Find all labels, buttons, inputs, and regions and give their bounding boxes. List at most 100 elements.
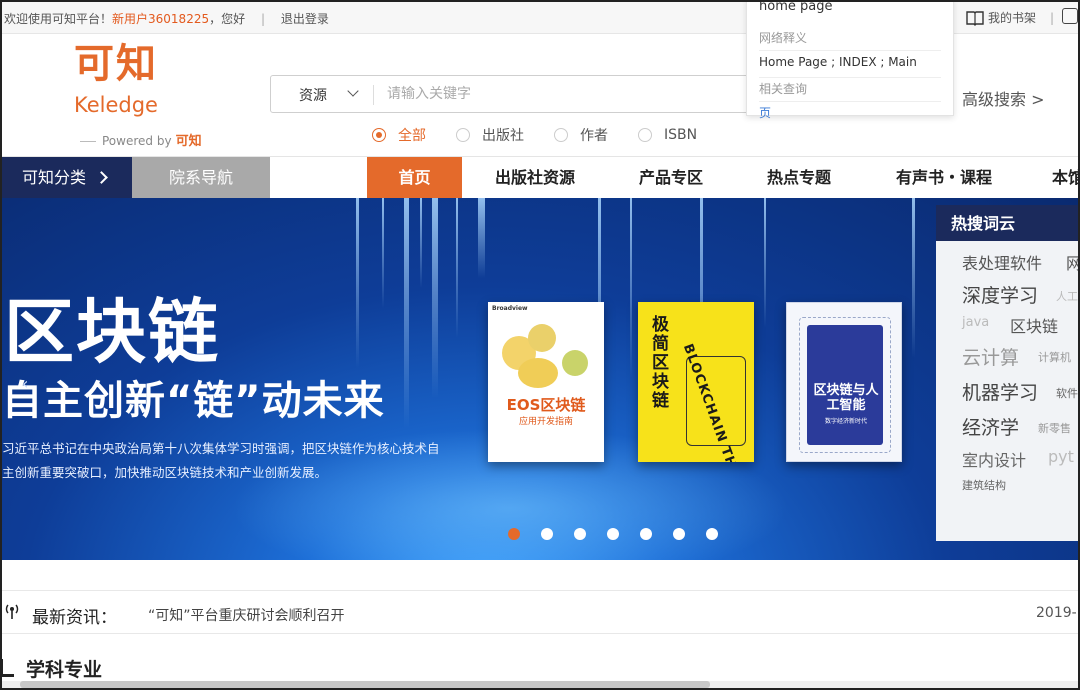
carousel-dots	[508, 528, 718, 540]
search-input[interactable]	[387, 82, 747, 106]
radio-author[interactable]: 作者	[554, 125, 608, 145]
hot-word[interactable]: pyt	[1048, 447, 1074, 466]
bookshelf-link[interactable]: 我的书架 |	[966, 9, 1054, 26]
separator: |	[1050, 10, 1055, 25]
dict-meaning: Home Page ; INDEX ; Main	[759, 55, 917, 69]
book-title: EOS区块链	[506, 396, 586, 414]
radio-icon	[638, 128, 652, 142]
hot-word[interactable]: 软件	[1056, 385, 1078, 401]
scrollbar-thumb[interactable]	[20, 681, 710, 688]
hot-word[interactable]: 网	[1066, 250, 1080, 274]
book-subtitle: 数字经济新时代	[824, 418, 867, 425]
chevron-left-icon[interactable]: ‹	[22, 374, 28, 393]
radio-all[interactable]: 全部	[372, 125, 426, 145]
dictionary-popup: home page 网络释义 Home Page ; INDEX ; Main …	[746, 0, 954, 120]
carousel-dot[interactable]	[706, 528, 718, 540]
radio-icon	[372, 128, 386, 142]
radio-label: 全部	[398, 128, 426, 144]
nav-hot-topics[interactable]: 热点专题	[752, 157, 846, 199]
banner-text-line-1: 习近平总书记在中央政治局第十八次集体学习时强调，把区块链作为核心技术自	[2, 441, 440, 456]
logo-en: Keledge	[74, 93, 158, 117]
news-date: 2019-	[1036, 605, 1077, 621]
news-ticker: 最新资讯： “可知”平台重庆研讨会顺利召开 2019-	[0, 590, 1080, 634]
chevron-down-icon[interactable]	[347, 85, 359, 97]
category-menu-label: 可知分类	[22, 168, 87, 187]
banner-text-line-2: 主创新重要突破口，加快推动区块链技术和产业创新发展。	[2, 465, 328, 480]
hot-word[interactable]: 经济学	[962, 413, 1019, 440]
banner-title: 区块链	[4, 291, 220, 373]
book-subtitle: 应用开发指南	[518, 417, 573, 427]
hot-word[interactable]: 人工	[1056, 288, 1078, 304]
radio-icon	[554, 128, 568, 142]
carousel-dot[interactable]	[541, 528, 553, 540]
hot-word[interactable]: 区块链	[1010, 313, 1058, 337]
hot-word[interactable]: 表处理软件	[962, 250, 1042, 274]
book-title: 区块链与人工智能	[813, 383, 879, 413]
book-icon	[966, 10, 984, 26]
nav-publisher-resources[interactable]: 出版社资源	[478, 157, 592, 199]
chevron-right-icon	[95, 171, 108, 184]
advanced-search-link[interactable]: 高级搜索 >	[962, 86, 1045, 110]
book-cover-blockchain[interactable]: 极简区块链 BLOCKCHAIN THE UNTOLD STORY	[638, 302, 754, 462]
radio-publisher[interactable]: 出版社	[456, 125, 524, 145]
separator: |	[260, 12, 265, 26]
radio-label: ISBN	[664, 127, 698, 143]
dict-related-header: 相关查询	[759, 82, 808, 96]
dict-word: home page	[759, 0, 833, 14]
carousel-dot[interactable]	[673, 528, 685, 540]
dict-meaning-header: 网络释义	[759, 31, 808, 45]
nav-library[interactable]: 本馆	[1052, 157, 1080, 199]
powered-brand: 可知	[175, 134, 202, 149]
chart-icon	[0, 659, 14, 677]
book-cover-eos[interactable]: Broadview EOS区块链 应用开发指南	[488, 302, 604, 462]
search-category-select[interactable]: 资源	[299, 85, 327, 105]
user-id-link[interactable]: 新用户36018225	[112, 12, 209, 26]
radio-label: 作者	[580, 128, 608, 144]
powered-by: Powered by 可知	[80, 130, 202, 149]
dict-related-link[interactable]: 页	[759, 104, 941, 121]
news-headline-link[interactable]: “可知”平台重庆研讨会顺利召开	[148, 605, 345, 625]
hot-word[interactable]: 建筑结构	[962, 477, 1006, 493]
book-cover-ai[interactable]: 区块链与人工智能 数字经济新时代	[786, 302, 902, 462]
radio-icon	[456, 128, 470, 142]
carousel-dot[interactable]	[508, 528, 520, 540]
radio-isbn[interactable]: ISBN	[638, 125, 697, 145]
main-nav: 可知分类 院系导航 首页 出版社资源 产品专区 热点专题 有声书・课程 本馆	[0, 156, 1080, 199]
hot-search-panel: 热搜词云 表处理软件 网 深度学习 人工 java 区块链 云计算 计算机 机器…	[936, 205, 1080, 541]
message-icon[interactable]	[1062, 8, 1078, 24]
hero-banner[interactable]: 区块链 自主创新“链”动未来 习近平总书记在中央政治局第十八次集体学习时强调，把…	[0, 198, 1080, 560]
search-scope-options: 全部 出版社 作者 ISBN	[372, 125, 727, 145]
hot-word[interactable]: 深度学习	[962, 281, 1038, 308]
logo-cn: 可知	[74, 41, 158, 87]
category-menu-button[interactable]: 可知分类	[0, 157, 132, 199]
logout-link[interactable]: 退出登录	[281, 12, 329, 26]
welcome-text: 欢迎使用可知平台！新用户36018225，您好 | 退出登录	[4, 10, 329, 27]
department-nav-button[interactable]: 院系导航	[132, 157, 270, 199]
broadcast-icon	[5, 604, 19, 619]
subject-title: 学科专业	[26, 659, 103, 681]
nav-audiobooks-courses[interactable]: 有声书・课程	[882, 157, 1006, 199]
book-brand: Broadview	[492, 305, 528, 312]
book-title: 极简区块链	[652, 315, 669, 411]
carousel-dot[interactable]	[574, 528, 586, 540]
hot-word[interactable]: 室内设计	[962, 447, 1026, 471]
welcome-label: 欢迎使用可知平台！	[4, 12, 113, 26]
carousel-dot[interactable]	[607, 528, 619, 540]
hot-word[interactable]: 云计算	[962, 343, 1019, 370]
site-logo[interactable]: 可知 Keledge Powered by 可知	[74, 40, 234, 150]
nav-home[interactable]: 首页	[367, 157, 462, 199]
hot-word[interactable]: 机器学习	[962, 378, 1038, 405]
news-label: 最新资讯：	[32, 608, 117, 628]
search-box: 资源	[270, 75, 770, 113]
greeting-label: ，您好	[209, 12, 246, 26]
radio-label: 出版社	[482, 128, 524, 144]
hot-search-title: 热搜词云	[936, 205, 1080, 241]
powered-label: Powered by	[102, 134, 172, 148]
banner-subtitle: 自主创新“链”动未来	[2, 378, 385, 424]
hot-word[interactable]: java	[962, 315, 989, 330]
bookshelf-label: 我的书架	[988, 11, 1037, 25]
hot-word[interactable]: 新零售	[1038, 420, 1071, 436]
hot-word[interactable]: 计算机	[1038, 349, 1071, 365]
carousel-dot[interactable]	[640, 528, 652, 540]
nav-product-zone[interactable]: 产品专区	[624, 157, 718, 199]
